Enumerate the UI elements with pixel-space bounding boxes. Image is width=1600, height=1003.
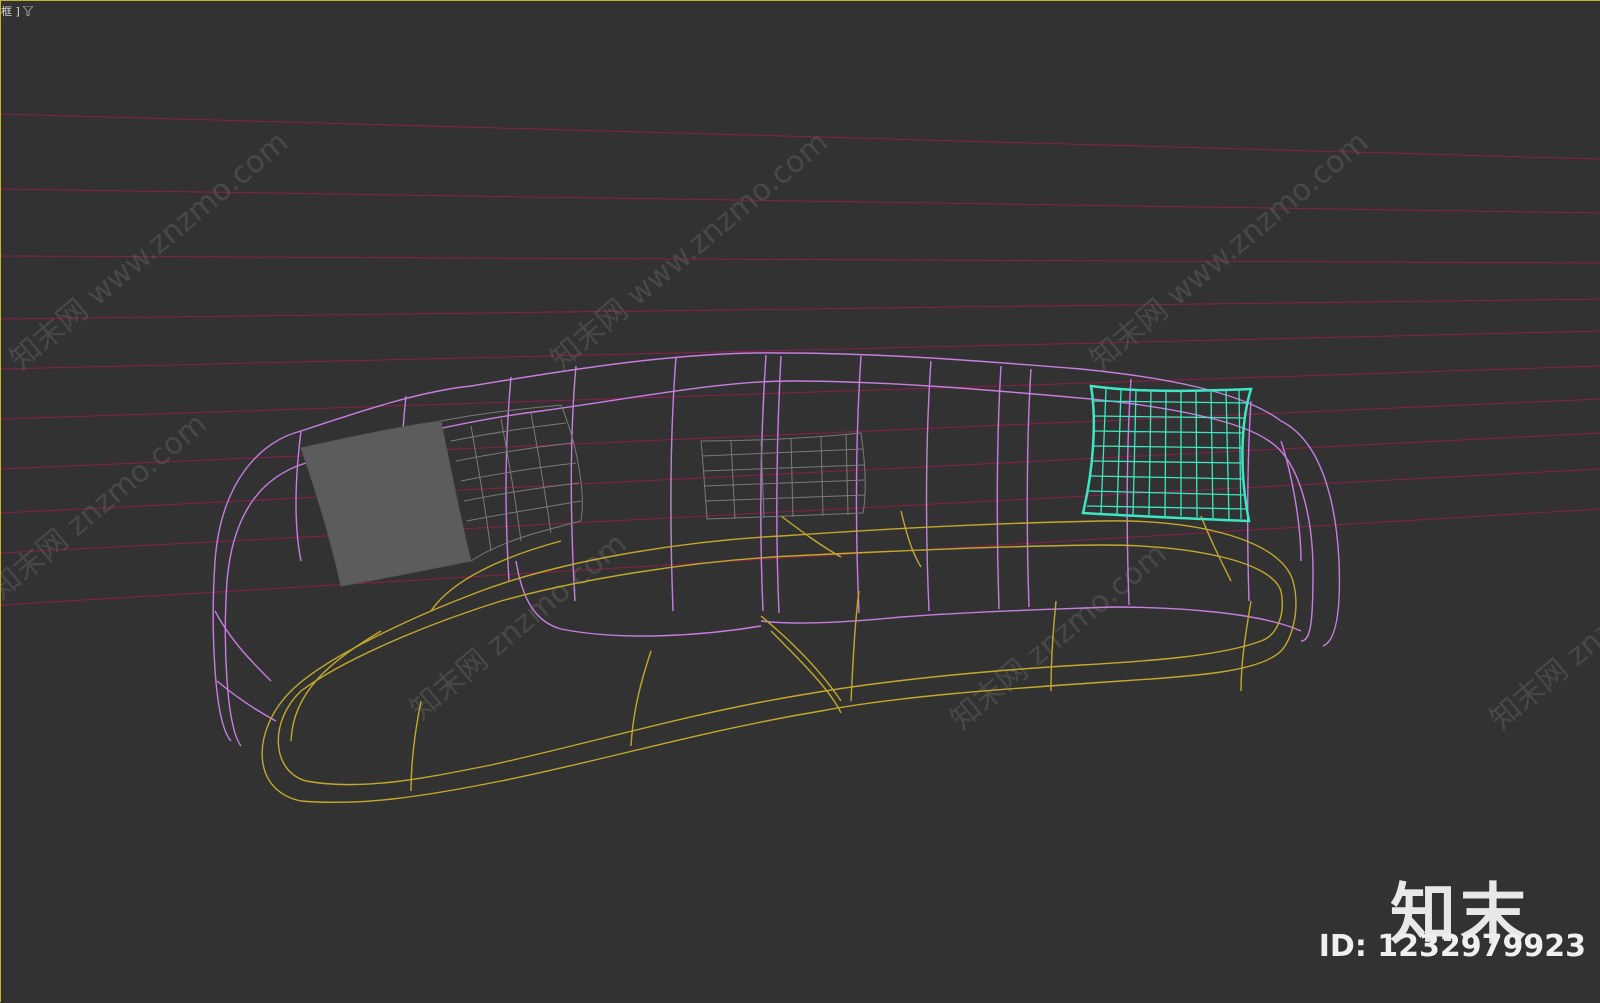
watermark-text: 知末网 www.znzmo.com xyxy=(1084,125,1375,377)
asset-id: ID: 1232979923 xyxy=(1318,929,1586,964)
watermark-text: 知末网 znzmo.com xyxy=(1484,536,1600,737)
pillow-selected-cyan[interactable] xyxy=(1081,384,1253,523)
watermark-text: 知末网 www.znzmo.com xyxy=(544,125,835,377)
3d-viewport[interactable]: 框 ] 知末网 www.znzmo.com 知末网 www.znzmo.com … xyxy=(0,0,1600,1002)
pillow-solid-grey[interactable] xyxy=(300,420,472,587)
pillow-wire-grey-middle[interactable] xyxy=(700,432,866,520)
watermark-text: 知末网 znzmo.com xyxy=(944,536,1174,737)
wireframe-scene[interactable]: 知末网 www.znzmo.com 知末网 www.znzmo.com 知末网 … xyxy=(1,1,1600,1003)
watermark-text: 知末网 www.znzmo.com xyxy=(4,125,295,377)
watermark-group: 知末网 www.znzmo.com 知末网 www.znzmo.com 知末网 … xyxy=(1,125,1600,737)
watermark-text: 知末网 znzmo.com xyxy=(1,406,214,607)
